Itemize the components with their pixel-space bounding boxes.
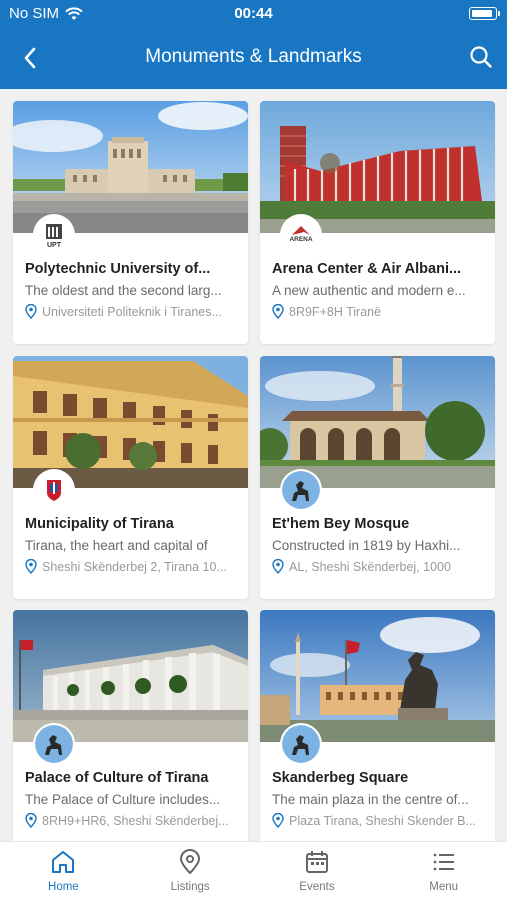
landmark-photo [260,356,495,488]
address-text: Sheshi Skënderbej 2, Tirana 10... [42,559,227,574]
app-header: No SIM 00:44 Monuments & Landmarks [0,0,507,89]
bottom-tab-bar: Home Listings Events Menu [0,841,507,900]
card-description: Constructed in 1819 by Haxhi... [272,538,461,553]
card-description: The main plaza in the centre of... [272,792,469,807]
calendar-icon [305,851,328,873]
card-description: The Palace of Culture includes... [25,792,221,807]
landmark-card-arena[interactable]: ARENA Arena Center & Air Albani... A new… [260,101,495,344]
card-description: The oldest and the second larg... [25,283,222,298]
landmark-logo [282,725,320,763]
card-address: 8R9F+8H Tiranë [272,304,487,319]
location-pin-icon [272,559,284,574]
landmark-logo: ARENA [282,216,320,254]
card-title: Skanderbeg Square [272,770,409,786]
search-icon [470,46,492,68]
tab-events[interactable]: Events [254,842,381,900]
landmark-card-skanderbeg-square[interactable]: Skanderbeg Square The main plaza in the … [260,610,495,841]
status-time: 00:44 [234,5,273,22]
card-description: A new authentic and modern e... [272,283,466,298]
card-address: Plaza Tirana, Sheshi Skender B... [272,813,487,828]
tab-label: Home [48,881,79,893]
landmark-card-municipality[interactable]: Municipality of Tirana Tirana, the heart… [13,356,248,599]
page-title: Monuments & Landmarks [145,46,362,67]
card-title: Palace of Culture of Tirana [25,770,209,786]
landmark-logo [35,471,73,509]
landmark-logo: UPT [35,216,73,254]
card-address: AL, Sheshi Skënderbej, 1000 [272,559,487,574]
landmark-logo [35,725,73,763]
logo-text: ARENA [289,236,312,243]
battery-fill [472,10,492,17]
address-text: 8R9F+8H Tiranë [289,304,382,319]
card-address: Sheshi Skënderbej 2, Tirana 10... [25,559,240,574]
landmark-photo [13,101,248,233]
home-icon [52,851,75,873]
card-title: Polytechnic University of... [25,261,211,277]
tab-label: Events [299,881,335,893]
location-pin-icon [25,559,37,574]
menu-icon [433,853,454,871]
card-title: Et'hem Bey Mosque [272,516,410,532]
address-text: Universiteti Politeknik i Tiranes... [42,304,222,319]
landmark-photo [13,356,248,488]
address-text: AL, Sheshi Skënderbej, 1000 [289,559,451,574]
card-title: Municipality of Tirana [25,516,174,532]
tab-label: Menu [429,881,459,893]
location-pin-icon [180,849,201,875]
nav-bar: Monuments & Landmarks [0,30,507,85]
landmark-card-palace-of-culture[interactable]: Palace of Culture of Tirana The Palace o… [13,610,248,841]
tab-label: Listings [170,881,210,893]
tab-menu[interactable]: Menu [380,842,507,900]
landmark-card-mosque[interactable]: Et'hem Bey Mosque Constructed in 1819 by… [260,356,495,599]
battery-icon [469,7,500,20]
card-address: Universiteti Politeknik i Tiranes... [25,304,240,319]
location-pin-icon [25,813,37,828]
search-button[interactable] [467,43,495,71]
landmark-photo [260,610,495,742]
status-bar: No SIM 00:44 [0,0,507,28]
address-text: 8RH9+HR6, Sheshi Skënderbej... [42,813,229,828]
address-text: Plaza Tirana, Sheshi Skender B... [289,813,476,828]
landmark-photo [13,610,248,742]
logo-text: UPT [47,242,62,249]
tab-home[interactable]: Home [0,842,127,900]
tab-listings[interactable]: Listings [127,842,254,900]
location-pin-icon [25,304,37,319]
location-pin-icon [272,304,284,319]
card-address: 8RH9+HR6, Sheshi Skënderbej... [25,813,240,828]
landmark-photo [260,101,495,233]
card-title: Arena Center & Air Albani... [272,261,462,277]
card-description: Tirana, the heart and capital of [25,538,208,553]
landmark-card-polytechnic[interactable]: UPT Polytechnic University of... The old… [13,101,248,344]
landmarks-grid: UPT Polytechnic University of... The old… [0,89,507,841]
location-pin-icon [272,813,284,828]
landmark-logo [282,471,320,509]
